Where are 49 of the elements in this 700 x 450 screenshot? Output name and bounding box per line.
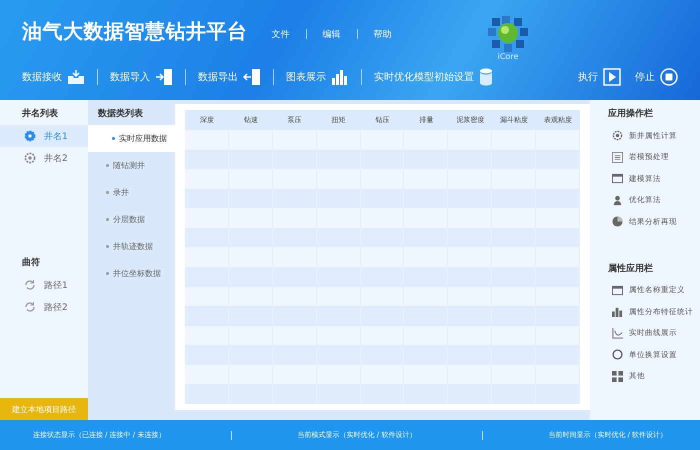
list-icon	[612, 152, 623, 163]
gear-icon	[24, 152, 36, 164]
database-icon	[479, 68, 493, 86]
grid-icon	[612, 370, 623, 382]
path-item[interactable]: 路径1	[0, 274, 88, 296]
menu-item[interactable]: 帮助	[374, 28, 392, 40]
logo-text: iCore	[498, 52, 518, 60]
category-item[interactable]: 随钻测井	[88, 152, 175, 179]
window-icon	[612, 284, 623, 296]
stop-icon	[660, 68, 678, 86]
bar-chart-icon	[612, 306, 623, 318]
section-title: 曲符	[21, 256, 41, 270]
section-title: 井名列表	[21, 107, 59, 121]
pie-chart-icon	[612, 216, 623, 228]
door-arrow-icon	[155, 68, 173, 86]
window-icon	[612, 173, 623, 184]
menu-item[interactable]: 编辑	[322, 28, 340, 40]
play-icon	[603, 68, 621, 86]
toolbar-button[interactable]: 实时优化模型初始设置	[374, 68, 493, 86]
run-button[interactable]: 执行	[578, 68, 621, 86]
circle-icon	[612, 349, 623, 360]
door-arrow-icon	[243, 68, 261, 86]
category-item[interactable]: 井轨迹数据	[88, 233, 175, 260]
well-item[interactable]: 井名2	[0, 147, 88, 169]
category-item[interactable]: 井位坐标数据	[88, 260, 175, 287]
category-item[interactable]: 分层数据	[88, 206, 175, 233]
path-item[interactable]: 路径2	[0, 296, 88, 318]
app-title: 油气大数据智慧钻井平台	[22, 18, 248, 44]
toolbar-button[interactable]: 图表展示	[286, 69, 349, 85]
well-item[interactable]: 井名1	[0, 125, 88, 147]
bar-chart-icon	[331, 69, 349, 85]
gear-icon	[612, 130, 623, 142]
logo-icon	[488, 16, 528, 52]
section-title: 属性应用栏	[607, 262, 654, 276]
section-title: 应用操作栏	[607, 107, 654, 121]
gear-icon	[24, 130, 36, 142]
person-icon	[612, 194, 623, 206]
category-item[interactable]: 录井	[88, 179, 175, 206]
inbox-icon	[67, 69, 85, 85]
section-title: 数据类列表	[97, 107, 144, 121]
toolbar-button[interactable]: 数据导出	[198, 68, 261, 86]
toolbar-button[interactable]: 数据导入	[110, 68, 173, 86]
toolbar-button[interactable]: 数据接收	[22, 69, 85, 85]
refresh-icon	[24, 301, 36, 313]
run-button[interactable]: 停止	[635, 68, 678, 86]
category-item[interactable]: 实时应用数据	[88, 125, 175, 152]
line-chart-icon	[612, 328, 623, 339]
menu-item[interactable]: 文件	[272, 28, 290, 40]
refresh-icon	[24, 279, 36, 291]
